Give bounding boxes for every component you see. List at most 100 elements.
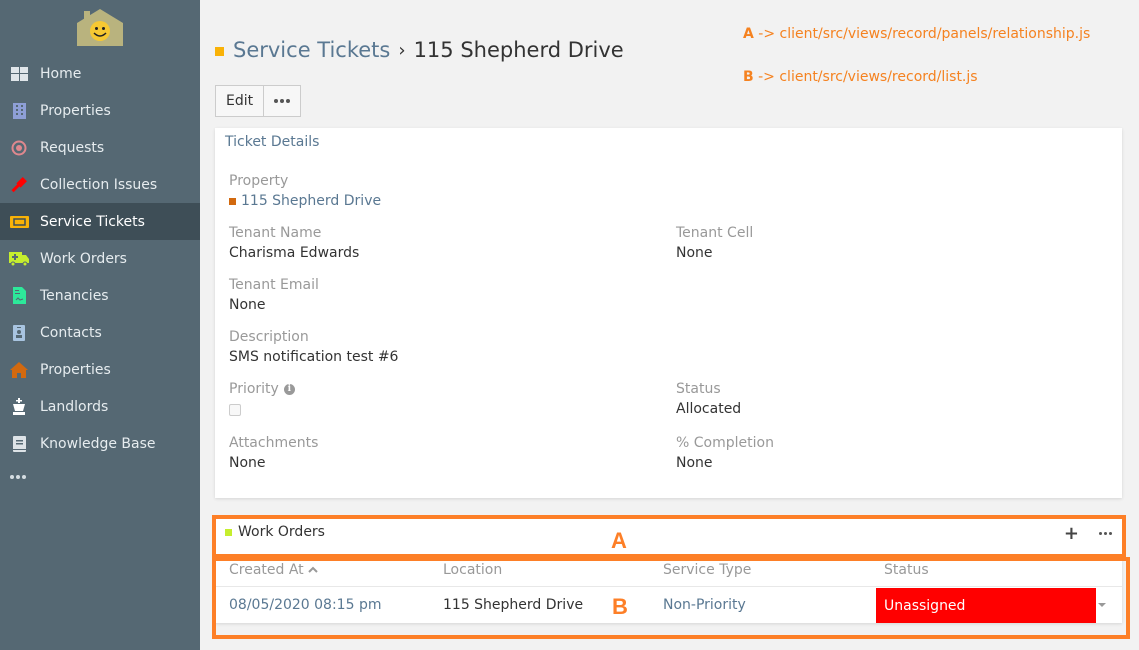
field-value: None bbox=[676, 245, 713, 261]
field-completion: % Completion None bbox=[676, 433, 774, 474]
annotation-a-key: A bbox=[743, 26, 754, 42]
field-priority: Priority i bbox=[229, 379, 295, 416]
work-orders-title: Work Orders bbox=[225, 524, 325, 540]
annotation-b: B -> client/src/views/record/list.js bbox=[743, 67, 1090, 88]
table-header-row: Created At Location Service Type Status bbox=[215, 559, 1122, 587]
breadcrumb-separator: › bbox=[398, 39, 406, 61]
field-label: Tenant Name bbox=[229, 225, 322, 241]
panel-actions: + bbox=[1064, 523, 1112, 544]
page-title: 115 Shepherd Drive bbox=[413, 38, 624, 62]
target-icon bbox=[9, 139, 29, 157]
sidebar-item-work-orders[interactable]: Work Orders bbox=[0, 240, 200, 277]
field-property: Property 115 Shepherd Drive bbox=[229, 171, 381, 212]
created-at-link[interactable]: 08/05/2020 08:15 pm bbox=[229, 597, 381, 613]
field-attachments: Attachments None bbox=[229, 433, 318, 474]
sidebar-item-label: Properties bbox=[40, 361, 111, 378]
sidebar-item-contacts[interactable]: Contacts bbox=[0, 314, 200, 351]
sidebar-item-label: Service Tickets bbox=[40, 213, 145, 230]
property-link[interactable]: 115 Shepherd Drive bbox=[229, 191, 381, 212]
field-label: % Completion bbox=[676, 435, 774, 451]
more-dots-icon bbox=[10, 475, 26, 479]
record-toolbar: Edit bbox=[215, 85, 302, 117]
sidebar-item-label: Tenancies bbox=[40, 287, 109, 304]
service-type-cell: Non-Priority bbox=[663, 597, 746, 613]
sidebar-item-landlords[interactable]: Landlords bbox=[0, 388, 200, 425]
annotation-box-a-label: A bbox=[611, 528, 627, 553]
sidebar-item-home[interactable]: Home bbox=[0, 55, 200, 92]
sidebar-item-label: Contacts bbox=[40, 324, 102, 341]
field-tenant-cell: Tenant Cell None bbox=[676, 223, 753, 264]
scope-color-square bbox=[215, 46, 224, 56]
field-value: Allocated bbox=[676, 401, 742, 417]
row-actions-dropdown-icon[interactable] bbox=[1098, 603, 1106, 607]
annotation-legend: A -> client/src/views/record/panels/rela… bbox=[743, 24, 1090, 110]
annotation-b-key: B bbox=[743, 69, 754, 85]
panel-more-button[interactable] bbox=[1099, 532, 1112, 535]
chess-king-icon bbox=[9, 398, 29, 416]
sidebar-item-label: Landlords bbox=[40, 398, 109, 415]
breadcrumb: Service Tickets › 115 Shepherd Drive bbox=[215, 38, 624, 62]
work-orders-panel-header: Work Orders + bbox=[215, 518, 1122, 554]
field-description: Description SMS notification test #6 bbox=[229, 327, 398, 368]
column-header-status[interactable]: Status bbox=[884, 562, 929, 578]
id-badge-icon bbox=[9, 324, 29, 342]
building-icon bbox=[9, 102, 29, 120]
priority-label-text: Priority bbox=[229, 381, 279, 397]
property-color-square bbox=[229, 198, 236, 205]
sidebar-nav: Home Properties Requests Collection Issu… bbox=[0, 55, 200, 492]
field-tenant-name: Tenant Name Charisma Edwards bbox=[229, 223, 359, 264]
more-actions-button[interactable] bbox=[263, 86, 300, 116]
breadcrumb-link-service-tickets[interactable]: Service Tickets bbox=[233, 38, 390, 62]
property-link-text: 115 Shepherd Drive bbox=[241, 193, 382, 209]
annotation-box-b-label: B bbox=[612, 594, 628, 619]
sidebar-more-button[interactable] bbox=[0, 462, 200, 492]
sidebar-item-properties-2[interactable]: Properties bbox=[0, 351, 200, 388]
smiley-house-logo[interactable] bbox=[77, 9, 123, 46]
sidebar-item-label: Work Orders bbox=[40, 250, 127, 267]
column-header-location[interactable]: Location bbox=[443, 562, 502, 578]
sidebar-item-properties[interactable]: Properties bbox=[0, 92, 200, 129]
sidebar-item-label: Properties bbox=[40, 102, 111, 119]
field-value: None bbox=[229, 455, 266, 471]
panel-title: Ticket Details bbox=[225, 134, 320, 150]
field-label: Priority i bbox=[229, 379, 295, 399]
sidebar-item-tenancies[interactable]: Tenancies bbox=[0, 277, 200, 314]
sidebar-item-label: Requests bbox=[40, 139, 105, 156]
gavel-icon bbox=[9, 176, 29, 194]
field-label: Tenant Email bbox=[229, 277, 319, 293]
dashboard-grid-icon bbox=[9, 65, 29, 83]
field-label: Tenant Cell bbox=[676, 225, 754, 241]
work-orders-title-text: Work Orders bbox=[238, 524, 325, 540]
column-header-created-at[interactable]: Created At bbox=[229, 562, 319, 578]
book-icon bbox=[9, 435, 29, 453]
edit-button[interactable]: Edit bbox=[216, 86, 263, 116]
contract-icon bbox=[9, 287, 29, 305]
more-dots-icon bbox=[274, 99, 291, 103]
field-tenant-email: Tenant Email None bbox=[229, 275, 319, 316]
field-label: Status bbox=[676, 381, 721, 397]
field-value: None bbox=[676, 455, 713, 471]
field-value: Charisma Edwards bbox=[229, 245, 360, 261]
priority-checkbox[interactable] bbox=[229, 404, 241, 416]
scope-color-square bbox=[225, 528, 232, 536]
column-header-label: Created At bbox=[229, 562, 304, 578]
field-value: SMS notification test #6 bbox=[229, 349, 399, 365]
ambulance-icon bbox=[9, 250, 29, 268]
sidebar-item-label: Collection Issues bbox=[40, 176, 158, 193]
sidebar-item-service-tickets[interactable]: Service Tickets bbox=[0, 203, 200, 240]
add-work-order-button[interactable]: + bbox=[1064, 523, 1079, 544]
sidebar-item-requests[interactable]: Requests bbox=[0, 129, 200, 166]
location-cell: 115 Shepherd Drive bbox=[443, 597, 584, 613]
annotation-b-text: -> client/src/views/record/list.js bbox=[753, 69, 978, 85]
sort-ascending-icon bbox=[307, 566, 318, 573]
info-icon[interactable]: i bbox=[283, 383, 295, 395]
sidebar-item-collection-issues[interactable]: Collection Issues bbox=[0, 166, 200, 203]
field-value: None bbox=[229, 297, 266, 313]
column-header-service-type[interactable]: Service Type bbox=[663, 562, 751, 578]
field-label: Attachments bbox=[229, 435, 319, 451]
home-icon bbox=[9, 361, 29, 379]
ticket-details-panel: Ticket Details Property 115 Shepherd Dri… bbox=[215, 128, 1122, 498]
sidebar-item-knowledge-base[interactable]: Knowledge Base bbox=[0, 425, 200, 462]
sidebar-item-label: Knowledge Base bbox=[40, 435, 156, 452]
field-label: Description bbox=[229, 329, 309, 345]
